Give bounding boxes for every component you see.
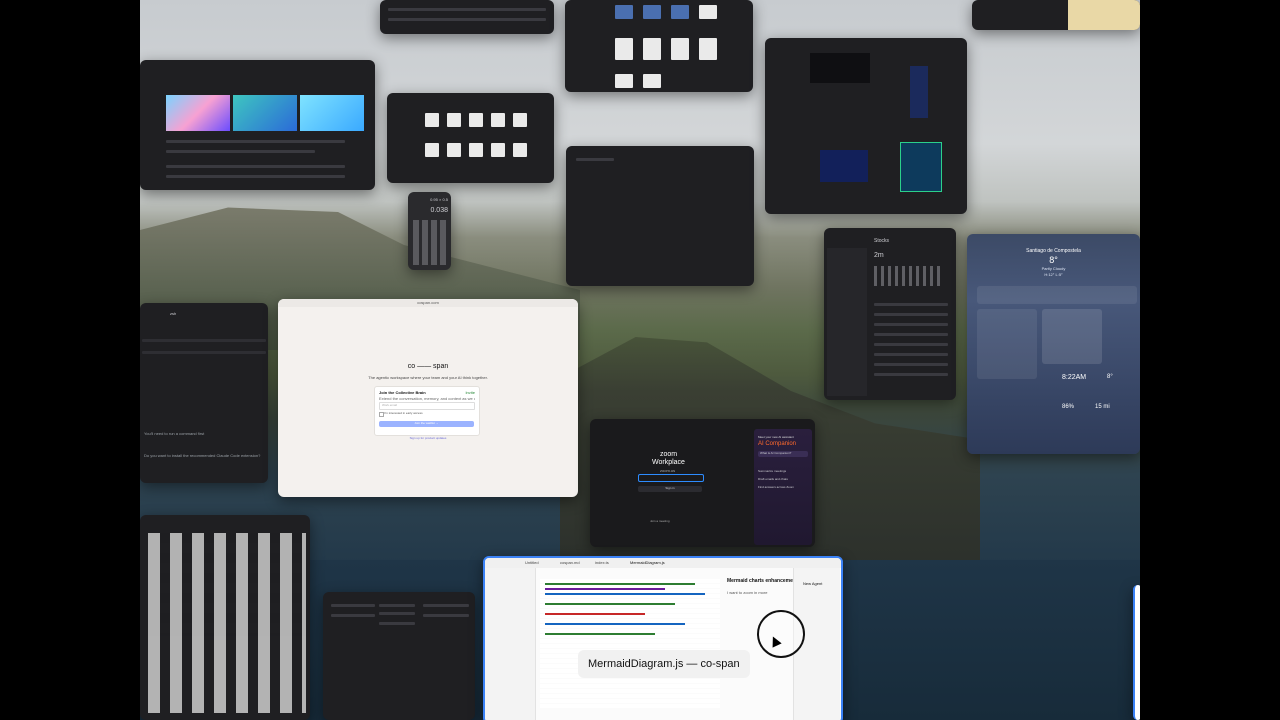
invite-badge: Invite <box>465 390 475 395</box>
ai-kicker: Meet your new AI assistant <box>758 435 794 439</box>
ai-title: AI Companion <box>758 441 797 447</box>
zoom-signin-button[interactable]: Sign in <box>638 486 702 492</box>
new-agent-button[interactable]: New Agent <box>803 581 822 586</box>
terminal-line-1: Do you want to install the recommended C… <box>144 453 261 458</box>
footer-link[interactable]: Sign up for product updates <box>278 436 578 440</box>
terminal-window[interactable]: zsh You'll need to run a command first D… <box>140 303 268 483</box>
stocks-window[interactable]: Stocks 2m <box>824 228 956 400</box>
calculator-window[interactable]: 0.95 × 0.5 0.038 <box>408 192 451 270</box>
form-subtitle: Extend the conversation, memory, and con… <box>379 396 475 401</box>
editor-tab-2[interactable]: cospan.md <box>560 560 580 565</box>
checkbox-label: I'm interested in early access <box>384 411 423 415</box>
weather-humidity: 86% <box>1062 404 1075 410</box>
zoom-title: Workplace <box>652 459 685 466</box>
window-caption: MermaidDiagram.js — co-span <box>578 650 750 678</box>
zoom-window[interactable]: zoom Workplace zoom.us Sign in Join a me… <box>590 419 815 547</box>
cursor-highlight <box>757 610 805 658</box>
weather-temp: 8° <box>1049 255 1058 265</box>
editor-tab-3[interactable]: index.ts <box>595 560 609 565</box>
ai-what-button[interactable]: What is AI Companion? <box>758 451 808 457</box>
stocks-value: 2m <box>874 252 884 259</box>
ai-bullet-1: Summarize meetings <box>758 469 787 473</box>
weather-city: Santiago de Compostela <box>1026 248 1081 254</box>
ai-companion-panel: Meet your new AI assistant AI Companion … <box>754 429 812 545</box>
cospan-tagline: The agentic workspace where your team an… <box>368 375 488 380</box>
weather-hilo: H:12° L:5° <box>1044 272 1063 277</box>
desktop-wallpaper: 0.95 × 0.5 0.038 Stocks 2m Santiago de C… <box>140 0 1140 720</box>
zoom-subtitle: zoom.us <box>660 468 676 473</box>
app-store-window[interactable] <box>140 60 375 190</box>
notes-window[interactable] <box>972 0 1140 30</box>
ai-bullet-2: Draft emails and chats <box>758 477 788 481</box>
zoom-brand: zoom <box>660 451 678 458</box>
cospan-url[interactable]: cospan.com <box>278 300 578 305</box>
stocks-header: Stocks <box>874 238 890 244</box>
blank-app-window[interactable] <box>566 146 754 286</box>
weather-visibility: 15 mi <box>1095 404 1110 410</box>
weather-window[interactable]: Santiago de Compostela 8° Partly Cloudy … <box>967 234 1140 454</box>
editor-tab-4[interactable]: MermaidDiagram.js <box>630 560 665 565</box>
image-viewer-window[interactable] <box>765 38 967 214</box>
zoom-input[interactable] <box>638 474 704 482</box>
offscreen-window-right[interactable] <box>1133 585 1140 720</box>
finder-window-top[interactable] <box>380 0 554 34</box>
agent-panel-subtitle: I want to zoom in more <box>727 590 768 595</box>
terminal-title: zsh <box>170 311 177 316</box>
zoom-join-link[interactable]: Join a meeting <box>650 519 670 523</box>
weather-condition: Partly Cloudy <box>1041 266 1066 271</box>
finder-window-files[interactable] <box>387 93 554 183</box>
finder-grid-window[interactable] <box>140 515 310 720</box>
terminal-line-2: You'll need to run a command first <box>144 431 205 436</box>
calc-result: 0.038 <box>430 207 448 214</box>
ai-bullet-3: Find answers across Zoom <box>758 485 795 489</box>
weather-pressure: 8° <box>1107 374 1113 380</box>
weather-sunrise: 8:22AM <box>1062 374 1087 381</box>
calc-expression: 0.95 × 0.5 <box>430 197 448 202</box>
agent-panel-title: Mermaid charts enhancements <box>727 578 801 584</box>
finder-window-photos[interactable] <box>565 0 753 92</box>
notes-window-middle[interactable] <box>323 592 475 720</box>
form-title: Join the Collective Brain <box>379 390 426 395</box>
email-field[interactable]: Work email <box>379 402 475 410</box>
cospan-logo: co —— span <box>407 363 449 370</box>
editor-tab-1[interactable]: Untitled <box>525 560 539 565</box>
cospan-window[interactable]: cospan.com co —— span The agentic worksp… <box>278 299 578 497</box>
join-waitlist-button[interactable]: Join the waitlist → <box>379 421 474 427</box>
